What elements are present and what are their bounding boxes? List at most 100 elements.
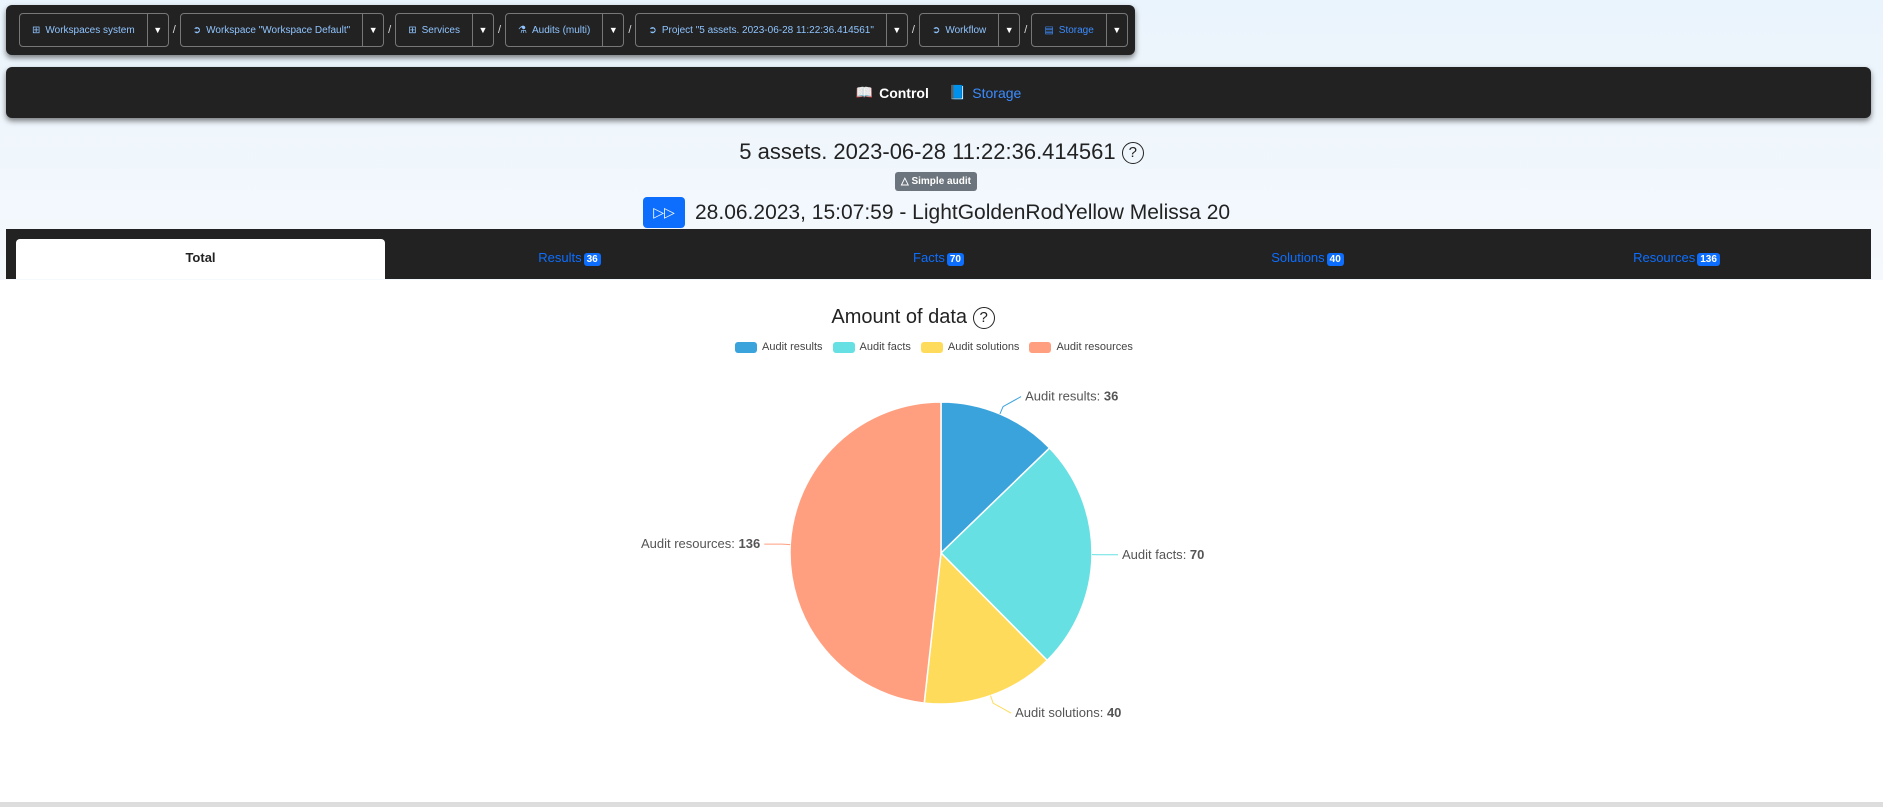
tab-total[interactable]: Total [16,239,385,279]
help-icon[interactable]: ? [1121,142,1144,165]
breadcrumb: ⊞ Workspaces system ▼ / ➲ Workspace "Workspac… [6,5,1135,55]
tab-count-badge: 40 [1326,253,1344,266]
breadcrumb-item[interactable]: ➲ Project "5 assets. 2023-06-28 11:22:36.… [635,13,908,47]
tab-results[interactable]: Results 36 [385,239,754,279]
legend-item[interactable]: Audit results [735,341,823,353]
breadcrumb-link[interactable]: ➲ Project "5 assets. 2023-06-28 11:22:36.… [636,14,887,46]
audit-type-badge: △ Simple audit [895,172,977,191]
grid-icon: ⊞ [408,24,417,36]
book-icon: ▤ [1044,24,1054,36]
tab-solutions[interactable]: Solutions 40 [1123,239,1492,279]
breadcrumb-separator: / [388,24,392,36]
legend-item[interactable]: Audit facts [832,341,911,353]
legend-swatch [832,341,855,353]
chart-title: Amount of data ? [0,306,1883,329]
tab-count-badge: 36 [583,253,601,266]
slice-label-sep: : [731,536,738,551]
tab-label: Solutions [1271,250,1325,265]
breadcrumb-separator: / [1024,24,1028,36]
breadcrumb-item[interactable]: ▤ Storage ▼ [1031,13,1128,47]
legend-swatch [920,341,943,353]
pie-slice[interactable] [940,401,1051,555]
label-leader-line [999,396,1022,415]
legend-item[interactable]: Audit solutions [920,341,1020,353]
breadcrumb-separator: / [911,24,915,36]
book-icon: 📖 [855,84,874,100]
slice-label: Audit results: 36 [1025,389,1118,404]
legend-label: Audit results [762,341,823,353]
breadcrumb-link[interactable]: ⊞ Services [396,14,473,46]
legend-swatch [735,341,757,353]
subtitle-text: 28.06.2023, 15:07:59 - LightGoldenRodYel… [695,200,1231,224]
slice-label: Audit resources: 136 [641,536,760,551]
slice-label-value: 70 [1190,547,1204,562]
breadcrumb-link[interactable]: ➲ Workflow [920,14,1000,46]
chart-title-text: Amount of data [831,306,968,328]
slice-label: Audit facts: 70 [1122,547,1204,562]
pie-slice[interactable] [923,551,1049,705]
grid-icon: ⊞ [32,24,41,36]
pie-slice[interactable] [939,446,1093,662]
tab-label: Total [185,250,216,265]
tab-count-badge: 136 [1697,253,1720,266]
legend-label: Audit resources [1056,341,1133,353]
help-icon[interactable]: ? [972,306,995,329]
breadcrumb-item[interactable]: ➲ Workspace "Workspace Default" ▼ [179,13,385,47]
tab-resources[interactable]: Resources 136 [1492,239,1861,279]
legend-item[interactable]: Audit resources [1029,341,1133,353]
slice-label: Audit solutions: 40 [1015,705,1121,720]
footer-divider [0,802,1883,807]
breadcrumb-label: Audits (multi) [532,24,591,36]
breadcrumb-link[interactable]: ⊞ Workspaces system [20,14,148,46]
chevron-down-icon[interactable]: ▼ [148,25,168,35]
slice-label-name: Audit facts [1122,547,1183,562]
slice-label-value: 36 [1104,389,1118,404]
top-nav: 📖 Control 📘 Storage [6,67,1871,118]
tab-count-badge: 70 [946,253,964,266]
breadcrumb-item[interactable]: ⊞ Workspaces system ▼ [19,13,169,47]
tab-label: Results [538,250,582,265]
nav-control-label: Control [879,84,929,101]
nav-storage[interactable]: 📘 Storage [949,84,1021,101]
breadcrumb-label: Project "5 assets. 2023-06-28 11:22:36.4… [661,24,874,36]
book-icon: 📘 [948,84,967,100]
legend-label: Audit facts [859,341,911,353]
slice-label-value: 136 [739,536,761,551]
breadcrumb-item[interactable]: ➲ Workflow ▼ [918,13,1021,47]
run-subtitle: ▷▷ 28.06.2023, 15:07:59 - LightGoldenRodY… [643,197,1230,228]
page-title: 5 assets. 2023-06-28 11:22:36.414561 ? [0,139,1883,165]
run-button[interactable]: ▷▷ [643,197,685,228]
breadcrumb-link[interactable]: ⚗ Audits (multi) [506,14,604,46]
slice-label-sep: : [1100,705,1107,720]
breadcrumb-label: Workflow [945,24,987,36]
page-title-text: 5 assets. 2023-06-28 11:22:36.414561 [739,139,1116,164]
breadcrumb-label: Services [421,24,460,36]
microscope-icon: ⚗ [518,24,527,36]
breadcrumb-link[interactable]: ▤ Storage [1032,14,1107,46]
breadcrumb-link[interactable]: ➲ Workspace "Workspace Default" [181,14,364,46]
chevron-down-icon[interactable]: ▼ [1107,25,1127,35]
tab-facts[interactable]: Facts 70 [754,239,1123,279]
chevron-down-icon[interactable]: ▼ [999,25,1019,35]
chevron-down-icon[interactable]: ▼ [887,25,907,35]
slice-label-sep: : [1097,389,1104,404]
chart-legend: Audit results Audit facts Audit solutions A… [735,341,1133,353]
breadcrumb-separator: / [628,24,632,36]
legend-label: Audit solutions [947,341,1020,353]
breadcrumb-label: Workspace "Workspace Default" [206,24,351,36]
tab-label: Resources [1633,250,1696,265]
nav-control[interactable]: 📖 Control [856,84,929,101]
tab-bar: Total Results 36 Facts 70 Solutions 40 Resource… [6,229,1871,279]
arrow-circle-icon: ➲ [931,24,941,36]
badge-label: Simple audit [911,176,971,187]
slice-label-value: 40 [1107,705,1121,720]
chevron-down-icon[interactable]: ▼ [603,25,623,35]
breadcrumb-item[interactable]: ⊞ Services ▼ [395,13,494,47]
breadcrumb-label: Storage [1058,24,1094,36]
breadcrumb-item[interactable]: ⚗ Audits (multi) ▼ [505,13,625,47]
chevron-down-icon[interactable]: ▼ [473,25,493,35]
breadcrumb-separator: / [172,24,176,36]
chevron-down-icon[interactable]: ▼ [363,25,383,35]
slice-label-sep: : [1183,547,1190,562]
pie-slice[interactable] [789,401,942,704]
